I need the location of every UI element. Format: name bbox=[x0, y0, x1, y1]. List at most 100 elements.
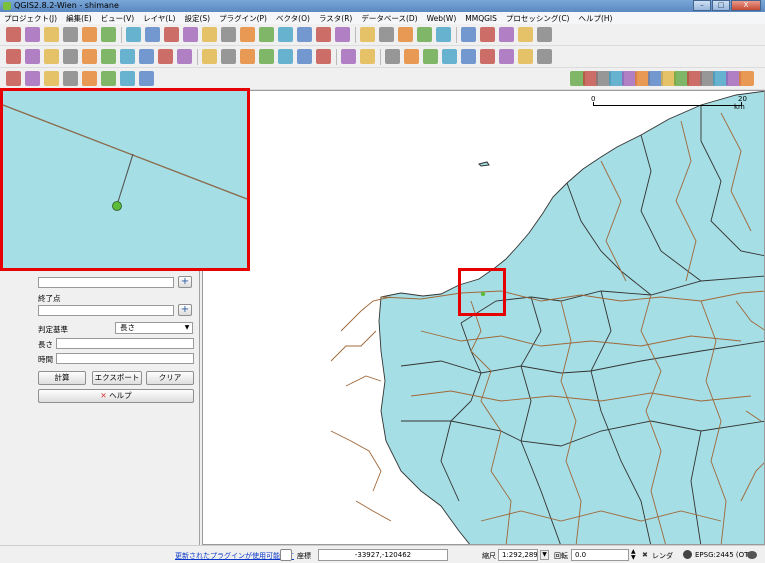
binoculars-icon[interactable] bbox=[423, 49, 438, 64]
render-checkbox-icon[interactable]: ✖ bbox=[642, 551, 648, 559]
menu-help[interactable]: ヘルプ(H) bbox=[578, 13, 612, 24]
refresh-icon[interactable] bbox=[335, 27, 350, 42]
maximize-button[interactable]: □ bbox=[712, 0, 730, 11]
deselect-icon[interactable] bbox=[417, 27, 432, 42]
menu-web[interactable]: Web(W) bbox=[427, 14, 457, 23]
pan-icon[interactable] bbox=[145, 27, 160, 42]
menu-project[interactable]: プロジェクト(J) bbox=[4, 13, 57, 24]
add-raster-icon[interactable] bbox=[25, 71, 40, 86]
add-mssql-icon[interactable] bbox=[82, 71, 97, 86]
identify-2-icon[interactable] bbox=[442, 49, 457, 64]
start-point-plus-button[interactable]: + bbox=[178, 276, 192, 288]
label-rotate-icon[interactable] bbox=[278, 49, 293, 64]
coordinate-toggle-icon[interactable] bbox=[280, 549, 292, 561]
open-project-icon[interactable] bbox=[25, 27, 40, 42]
heatmap-icon[interactable] bbox=[518, 49, 533, 64]
cut-features-icon[interactable] bbox=[139, 49, 154, 64]
coordinate-capture-icon[interactable] bbox=[461, 49, 476, 64]
move-feature-icon[interactable] bbox=[82, 49, 97, 64]
pan-to-selection-icon[interactable] bbox=[164, 27, 179, 42]
end-point-plus-button[interactable]: + bbox=[178, 304, 192, 316]
composer-manager-icon[interactable] bbox=[101, 27, 116, 42]
zoom-last-icon[interactable] bbox=[297, 27, 312, 42]
add-wms-icon[interactable] bbox=[120, 71, 135, 86]
copy-features-icon[interactable] bbox=[158, 49, 173, 64]
add-feature-icon[interactable] bbox=[63, 49, 78, 64]
menu-view[interactable]: ビュー(V) bbox=[101, 13, 134, 24]
spatial-query-icon[interactable] bbox=[499, 49, 514, 64]
current-edits-icon[interactable] bbox=[6, 49, 21, 64]
menu-layer[interactable]: レイヤ(L) bbox=[143, 13, 175, 24]
menu-processing[interactable]: プロセッシング(C) bbox=[506, 13, 570, 24]
map-canvas[interactable]: 0 20 km bbox=[202, 90, 765, 545]
show-bookmarks-icon[interactable] bbox=[537, 27, 552, 42]
rotation-field[interactable]: 0.0 bbox=[571, 549, 629, 561]
bookmark-icon[interactable] bbox=[518, 27, 533, 42]
road-graph-icon[interactable] bbox=[385, 49, 400, 64]
action-icon[interactable] bbox=[379, 27, 394, 42]
messages-icon[interactable] bbox=[747, 551, 757, 559]
zoom-full-icon[interactable] bbox=[240, 27, 255, 42]
zoom-actual-icon[interactable] bbox=[221, 27, 236, 42]
crs-globe-icon[interactable] bbox=[683, 550, 692, 559]
route-icon[interactable] bbox=[404, 49, 419, 64]
help-button[interactable]: ✕ ヘルプ bbox=[38, 389, 194, 403]
plugin-update-link[interactable]: 更新されたプラグインが使用可能です bbox=[175, 551, 294, 561]
calculate-button[interactable]: 計算 bbox=[38, 371, 86, 385]
add-wcs-icon[interactable] bbox=[139, 71, 154, 86]
label-show-icon[interactable] bbox=[240, 49, 255, 64]
add-spatialite-icon[interactable] bbox=[63, 71, 78, 86]
georeferencer-icon[interactable] bbox=[480, 49, 495, 64]
print-composer-icon[interactable] bbox=[82, 27, 97, 42]
minimize-button[interactable]: – bbox=[693, 0, 711, 11]
toggle-editing-icon[interactable] bbox=[25, 49, 40, 64]
menu-settings[interactable]: 設定(S) bbox=[184, 13, 210, 24]
scale-field[interactable]: 1:292,289 bbox=[498, 549, 538, 561]
save-project-icon[interactable] bbox=[44, 27, 59, 42]
criterion-select[interactable]: 長さ ▼ bbox=[115, 322, 193, 334]
more-icon[interactable] bbox=[316, 49, 331, 64]
map-tips-icon[interactable] bbox=[499, 27, 514, 42]
start-point-field[interactable] bbox=[38, 277, 174, 288]
paste-features-icon[interactable] bbox=[177, 49, 192, 64]
save-as-icon[interactable] bbox=[63, 27, 78, 42]
label-change-icon[interactable] bbox=[297, 49, 312, 64]
coordinate-field[interactable]: -33927,-120462 bbox=[318, 549, 448, 561]
python-icon[interactable] bbox=[537, 49, 552, 64]
menu-plugins[interactable]: プラグイン(P) bbox=[219, 13, 267, 24]
scale-dropdown-icon[interactable]: ▼ bbox=[540, 550, 549, 560]
zoom-out-icon[interactable] bbox=[202, 27, 217, 42]
delete-selected-icon[interactable] bbox=[120, 49, 135, 64]
zoom-selection-icon[interactable] bbox=[259, 27, 274, 42]
zoom-layer-icon[interactable] bbox=[278, 27, 293, 42]
measure-icon[interactable] bbox=[480, 27, 495, 42]
menu-mmqgis[interactable]: MMQGIS bbox=[465, 14, 497, 23]
zoom-next-icon[interactable] bbox=[316, 27, 331, 42]
touch-icon[interactable] bbox=[126, 27, 141, 42]
label-move-icon[interactable] bbox=[259, 49, 274, 64]
zoom-in-icon[interactable] bbox=[183, 27, 198, 42]
rotation-spinner-icon[interactable]: ▲ ▼ bbox=[631, 549, 636, 561]
export-button[interactable]: エクスポート bbox=[92, 371, 142, 385]
add-vector-icon[interactable] bbox=[6, 71, 21, 86]
add-postgis-icon[interactable] bbox=[44, 71, 59, 86]
save-edits-icon[interactable] bbox=[44, 49, 59, 64]
node-tool-icon[interactable] bbox=[101, 49, 116, 64]
label-pin-icon[interactable] bbox=[221, 49, 236, 64]
attribute-table-icon[interactable] bbox=[436, 27, 451, 42]
csv-icon[interactable] bbox=[360, 49, 375, 64]
new-project-icon[interactable] bbox=[6, 27, 21, 42]
clear-button[interactable]: クリア bbox=[146, 371, 194, 385]
label-icon[interactable] bbox=[202, 49, 217, 64]
menu-database[interactable]: データベース(D) bbox=[361, 13, 417, 24]
menu-vector[interactable]: ベクタ(O) bbox=[276, 13, 310, 24]
csw-icon[interactable] bbox=[341, 49, 356, 64]
add-oracle-icon[interactable] bbox=[101, 71, 116, 86]
length-field[interactable] bbox=[56, 338, 194, 349]
field-calc-icon[interactable] bbox=[461, 27, 476, 42]
menu-raster[interactable]: ラスタ(R) bbox=[319, 13, 352, 24]
close-button[interactable]: X bbox=[731, 0, 761, 11]
end-point-field[interactable] bbox=[38, 305, 174, 316]
mmqgis-9-icon[interactable] bbox=[739, 71, 754, 86]
identify-icon[interactable] bbox=[360, 27, 375, 42]
